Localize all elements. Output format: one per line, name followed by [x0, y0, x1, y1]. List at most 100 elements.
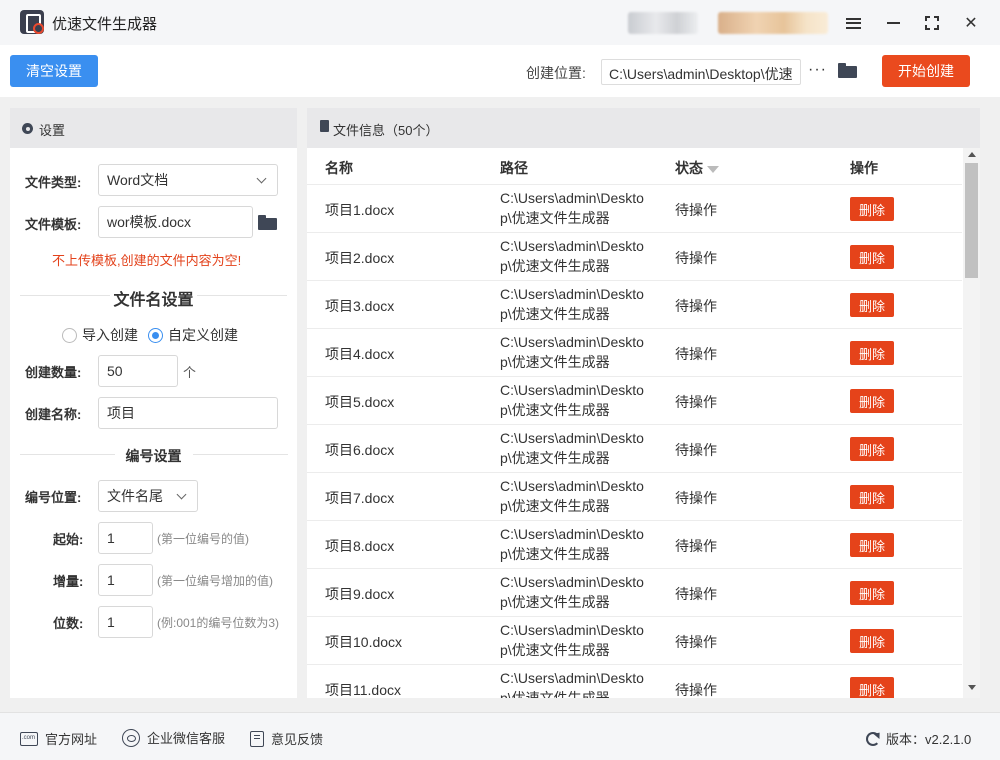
template-label: 文件模板: — [25, 217, 82, 232]
table-row[interactable]: 项目6.docx C:\Users\admin\Desktop\优速文件生成器 待操… — [307, 425, 962, 473]
title-bar: 优速文件生成器 ✕ — [0, 0, 1000, 45]
table-row[interactable]: 项目1.docx C:\Users\admin\Desktop\优速文件生成器 待操… — [307, 185, 962, 233]
settings-title: 设置 — [39, 123, 66, 138]
name-label: 创建名称: — [25, 407, 82, 422]
file-status: 待操作 — [675, 682, 717, 698]
table-row[interactable]: 项目4.docx C:\Users\admin\Desktop\优速文件生成器 待操… — [307, 329, 962, 377]
radio-custom[interactable]: 自定义创建 — [148, 325, 238, 345]
wechat-service-link[interactable]: 企业微信客服 — [122, 728, 225, 747]
delete-button[interactable]: 删除 — [850, 437, 894, 461]
file-path: C:\Users\admin\Desktop\优速文件生成器 — [500, 382, 644, 418]
digits-input[interactable]: 1 — [98, 606, 153, 638]
file-status: 待操作 — [675, 538, 717, 554]
scroll-up-icon[interactable] — [968, 152, 976, 157]
file-path: C:\Users\admin\Desktop\优速文件生成器 — [500, 190, 644, 226]
position-select[interactable]: 文件名尾 — [98, 480, 198, 512]
numbering-section-title: 编号设置 — [125, 448, 182, 464]
table-row[interactable]: 项目9.docx C:\Users\admin\Desktop\优速文件生成器 待操… — [307, 569, 962, 617]
file-status: 待操作 — [675, 394, 717, 410]
delete-button[interactable]: 删除 — [850, 341, 894, 365]
file-table-body: 项目1.docx C:\Users\admin\Desktop\优速文件生成器 待操… — [307, 185, 962, 698]
website-link[interactable]: 官方网址 — [20, 729, 97, 748]
file-path: C:\Users\admin\Desktop\优速文件生成器 — [500, 334, 644, 370]
table-row[interactable]: 项目11.docx C:\Users\admin\Desktop\优速文件生成器 待… — [307, 665, 962, 698]
template-folder-icon[interactable] — [258, 215, 277, 230]
feedback-link[interactable]: 意见反馈 — [250, 729, 323, 748]
version-info[interactable]: 版本：v2.2.1.0 — [866, 729, 971, 748]
close-icon[interactable]: ✕ — [958, 10, 984, 36]
table-row[interactable]: 项目8.docx C:\Users\admin\Desktop\优速文件生成器 待操… — [307, 521, 962, 569]
radio-custom-label: 自定义创建 — [168, 327, 238, 343]
file-status: 待操作 — [675, 298, 717, 314]
delete-button[interactable]: 删除 — [850, 629, 894, 653]
file-path: C:\Users\admin\Desktop\优速文件生成器 — [500, 430, 644, 466]
delete-button[interactable]: 删除 — [850, 533, 894, 557]
menu-icon[interactable] — [840, 10, 866, 36]
file-path: C:\Users\admin\Desktop\优速文件生成器 — [500, 286, 644, 322]
delete-button[interactable]: 删除 — [850, 677, 894, 698]
file-name: 项目9.docx — [325, 586, 395, 602]
table-scrollbar[interactable] — [963, 148, 980, 698]
scroll-thumb[interactable] — [965, 163, 978, 278]
delete-button[interactable]: 删除 — [850, 245, 894, 269]
delete-button[interactable]: 删除 — [850, 293, 894, 317]
step-hint: (第一位编号增加的值) — [157, 574, 273, 588]
radio-import[interactable]: 导入创建 — [62, 325, 138, 345]
file-status: 待操作 — [675, 250, 717, 266]
template-input[interactable]: wor模板.docx — [98, 206, 253, 238]
file-name: 项目3.docx — [325, 298, 395, 314]
column-path-header: 路径 — [500, 160, 528, 176]
minimize-icon[interactable] — [880, 10, 906, 36]
file-name: 项目2.docx — [325, 250, 395, 266]
more-options-button[interactable]: ··· — [808, 61, 827, 79]
file-info-panel: 文件信息（50个） 名称 路径 状态 操作 项目1.docx C:\Users\a… — [307, 108, 980, 698]
file-path: C:\Users\admin\Desktop\优速文件生成器 — [500, 238, 644, 274]
scroll-down-icon[interactable] — [968, 685, 976, 690]
file-status: 待操作 — [675, 634, 717, 650]
file-name: 项目7.docx — [325, 490, 395, 506]
blurred-user-avatar[interactable] — [628, 12, 698, 34]
filter-icon[interactable] — [707, 165, 719, 173]
step-input[interactable]: 1 — [98, 564, 153, 596]
file-status: 待操作 — [675, 490, 717, 506]
maximize-icon[interactable] — [919, 10, 945, 36]
table-row[interactable]: 项目2.docx C:\Users\admin\Desktop\优速文件生成器 待操… — [307, 233, 962, 281]
blurred-user-info[interactable] — [718, 12, 828, 34]
column-name-header: 名称 — [325, 160, 353, 176]
delete-button[interactable]: 删除 — [850, 581, 894, 605]
website-label: 官方网址 — [45, 732, 98, 747]
table-row[interactable]: 项目3.docx C:\Users\admin\Desktop\优速文件生成器 待操… — [307, 281, 962, 329]
count-input[interactable]: 50 — [98, 355, 178, 387]
file-path: C:\Users\admin\Desktop\优速文件生成器 — [500, 526, 644, 562]
table-row[interactable]: 项目10.docx C:\Users\admin\Desktop\优速文件生成器 待… — [307, 617, 962, 665]
settings-header: 设置 — [10, 108, 297, 148]
delete-button[interactable]: 删除 — [850, 485, 894, 509]
position-value: 文件名尾 — [107, 488, 163, 504]
file-name: 项目1.docx — [325, 202, 395, 218]
column-status-label: 状态 — [675, 160, 703, 176]
file-type-select[interactable]: Word文档 — [98, 164, 278, 196]
name-input[interactable]: 项目 — [98, 397, 278, 429]
toolbar: 清空设置 创建位置: C:\Users\admin\Desktop\优速 ···… — [0, 45, 1000, 97]
table-row[interactable]: 项目5.docx C:\Users\admin\Desktop\优速文件生成器 待操… — [307, 377, 962, 425]
delete-button[interactable]: 删除 — [850, 389, 894, 413]
start-input[interactable]: 1 — [98, 522, 153, 554]
file-status: 待操作 — [675, 202, 717, 218]
location-label: 创建位置: — [526, 65, 586, 81]
file-status: 待操作 — [675, 442, 717, 458]
template-value: wor模板.docx — [107, 214, 192, 230]
template-warning: 不上传模板,创建的文件内容为空! — [52, 253, 242, 268]
folder-icon[interactable] — [838, 63, 857, 78]
delete-button[interactable]: 删除 — [850, 197, 894, 221]
table-row[interactable]: 项目7.docx C:\Users\admin\Desktop\优速文件生成器 待操… — [307, 473, 962, 521]
start-hint: (第一位编号的值) — [157, 532, 249, 546]
location-input[interactable]: C:\Users\admin\Desktop\优速 — [601, 59, 801, 85]
clear-settings-button[interactable]: 清空设置 — [10, 55, 98, 87]
column-status-header[interactable]: 状态 — [675, 158, 719, 178]
feedback-label: 意见反馈 — [271, 732, 324, 747]
start-value: 1 — [107, 530, 115, 546]
gear-icon — [22, 123, 33, 134]
start-create-button[interactable]: 开始创建 — [882, 55, 970, 87]
app-title: 优速文件生成器 — [52, 16, 158, 33]
digits-value: 1 — [107, 614, 115, 630]
